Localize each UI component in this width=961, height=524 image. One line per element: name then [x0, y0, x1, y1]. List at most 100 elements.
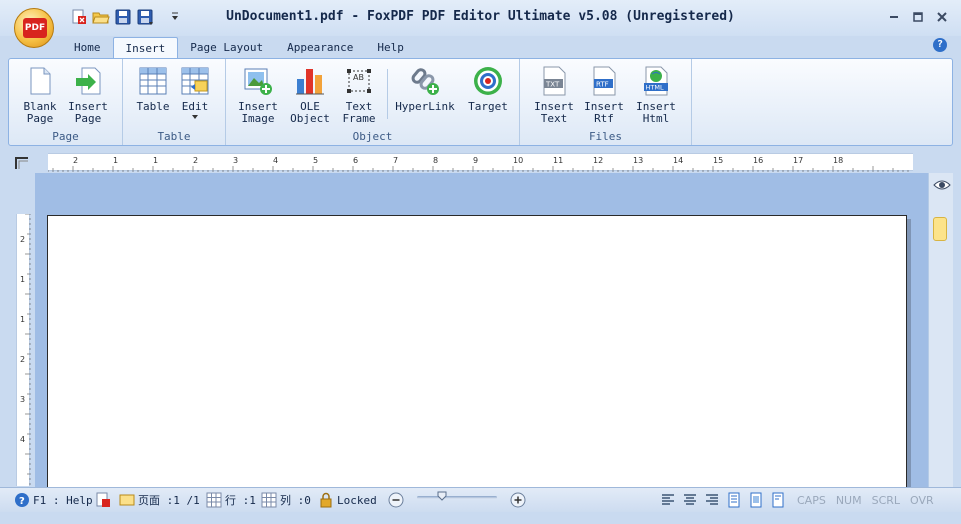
zoom-slider-thumb[interactable]	[437, 491, 447, 501]
tab-insert[interactable]: Insert	[112, 37, 179, 59]
ole-object-label: OLE Object	[290, 100, 330, 125]
ruler-label: 3	[233, 156, 238, 165]
pdf-file-icon	[96, 492, 110, 507]
chevron-down-icon	[192, 115, 198, 119]
blank-page-button[interactable]: Blank Page	[19, 65, 61, 125]
status-help[interactable]: ? F1 : Help	[14, 492, 93, 508]
html-badge: HTML	[646, 84, 664, 92]
target-label: Target	[468, 100, 508, 113]
insert-image-button[interactable]: Insert Image	[236, 65, 280, 125]
ole-object-button[interactable]: OLE Object	[290, 65, 330, 125]
page-view-2-icon[interactable]	[748, 492, 764, 508]
status-pdf-icon[interactable]	[95, 492, 111, 508]
window-title: UnDocument1.pdf - FoxPDF PDF Editor Ulti…	[226, 9, 735, 24]
hyperlink-button[interactable]: HyperLink	[394, 65, 456, 113]
side-scroll-marker[interactable]	[933, 217, 947, 241]
tab-home[interactable]: Home	[62, 37, 113, 59]
zoom-slider-track[interactable]	[417, 496, 497, 499]
insert-page-button[interactable]: Insert Page	[65, 65, 111, 125]
ruler-label: 9	[473, 156, 478, 165]
app-logo-text: PDF	[23, 18, 47, 38]
ruler-label: 15	[713, 156, 723, 165]
insert-text-label: Insert Text	[534, 100, 574, 125]
text-frame-badge: AB	[353, 73, 364, 82]
keyboard-indicators: CAPS NUM SCRL OVR	[797, 492, 934, 508]
ruler-label: 1	[20, 315, 25, 324]
insert-html-icon: HTML	[640, 65, 672, 97]
insert-page-icon	[72, 65, 104, 97]
page-view-icon[interactable]	[726, 492, 742, 508]
status-locked[interactable]: Locked	[318, 492, 377, 508]
ruler-label: 13	[633, 156, 643, 165]
align-right-icon[interactable]	[704, 492, 720, 508]
ruler-label: 2	[193, 156, 198, 165]
ruler-label: 10	[513, 156, 523, 165]
status-col-text: 列 :0	[280, 494, 311, 507]
lock-icon	[320, 492, 332, 508]
right-side-panel	[928, 173, 953, 487]
tab-help[interactable]: Help	[365, 37, 416, 59]
insert-image-icon	[242, 65, 274, 97]
page-view-3-icon[interactable]	[770, 492, 786, 508]
ruler-label: 1	[153, 156, 158, 165]
document-page[interactable]	[47, 215, 907, 495]
table-label: Table	[136, 100, 170, 113]
ruler-label: 18	[833, 156, 843, 165]
text-frame-button[interactable]: AB Text Frame	[340, 65, 378, 125]
ruler-label: 14	[673, 156, 683, 165]
restore-icon[interactable]	[911, 10, 925, 24]
ruler-label: 1	[113, 156, 118, 165]
window-controls	[887, 10, 949, 24]
ruler-label: 12	[593, 156, 603, 165]
document-workspace[interactable]	[35, 173, 928, 495]
align-center-icon[interactable]	[682, 492, 698, 508]
insert-page-label: Insert Page	[68, 100, 108, 125]
target-button[interactable]: Target	[466, 65, 510, 113]
minimize-icon[interactable]	[887, 10, 901, 24]
title-bar: UnDocument1.pdf - FoxPDF PDF Editor Ulti…	[0, 0, 961, 36]
alignment-buttons	[660, 492, 786, 508]
ole-object-icon	[294, 65, 326, 97]
ruler-label: 3	[20, 395, 25, 404]
blank-page-label: Blank Page	[23, 100, 57, 125]
ruler-label: 17	[793, 156, 803, 165]
help-icon[interactable]: ?	[933, 38, 947, 52]
vertical-ruler[interactable]: 2 1 1 2 3 4	[16, 213, 31, 486]
ruler-corner-icon[interactable]	[14, 156, 30, 170]
ruler-label: 4	[273, 156, 278, 165]
zoom-in-button[interactable]	[510, 492, 526, 508]
align-left-icon[interactable]	[660, 492, 676, 508]
insert-html-label: Insert Html	[636, 100, 676, 125]
tab-page-layout[interactable]: Page Layout	[178, 37, 275, 59]
status-row: 行 :1	[206, 492, 256, 508]
status-col: 列 :0	[261, 492, 311, 508]
caps-indicator: CAPS	[797, 493, 826, 507]
ribbon-group-table: Table Edit Table	[123, 59, 226, 145]
page-icon	[119, 494, 135, 506]
edit-table-icon	[179, 65, 211, 97]
table-group-label: Table	[157, 130, 191, 143]
table-button[interactable]: Table	[135, 65, 171, 113]
ruler-label: 1	[20, 275, 25, 284]
ruler-label: 11	[553, 156, 563, 165]
grid-icon	[261, 492, 277, 508]
eye-icon[interactable]	[933, 178, 951, 192]
insert-html-button[interactable]: HTML Insert Html	[634, 65, 678, 125]
insert-rtf-button[interactable]: RTF Insert Rtf	[584, 65, 624, 125]
zoom-in-icon	[510, 492, 526, 508]
insert-text-button[interactable]: TXT Insert Text	[532, 65, 576, 125]
close-icon[interactable]	[935, 10, 949, 24]
ruler-label: 6	[353, 156, 358, 165]
zoom-out-button[interactable]	[388, 492, 404, 508]
ovr-indicator: OVR	[910, 493, 934, 507]
files-group-label: Files	[588, 130, 623, 143]
status-page-text: 页面 :1 /1	[138, 494, 200, 507]
tab-appearance[interactable]: Appearance	[275, 37, 365, 59]
horizontal-ruler[interactable]: 2 1 1 2 3 4 5 6 7 8 9 10 11 12 13 14 15 16 17 18	[47, 153, 913, 172]
status-locked-text: Locked	[337, 493, 377, 507]
insert-rtf-label: Insert Rtf	[584, 100, 624, 125]
page-group-label: Page	[52, 130, 79, 143]
hyperlink-label: HyperLink	[395, 100, 455, 113]
app-logo[interactable]: PDF	[14, 8, 54, 48]
edit-table-button[interactable]: Edit	[177, 65, 213, 119]
